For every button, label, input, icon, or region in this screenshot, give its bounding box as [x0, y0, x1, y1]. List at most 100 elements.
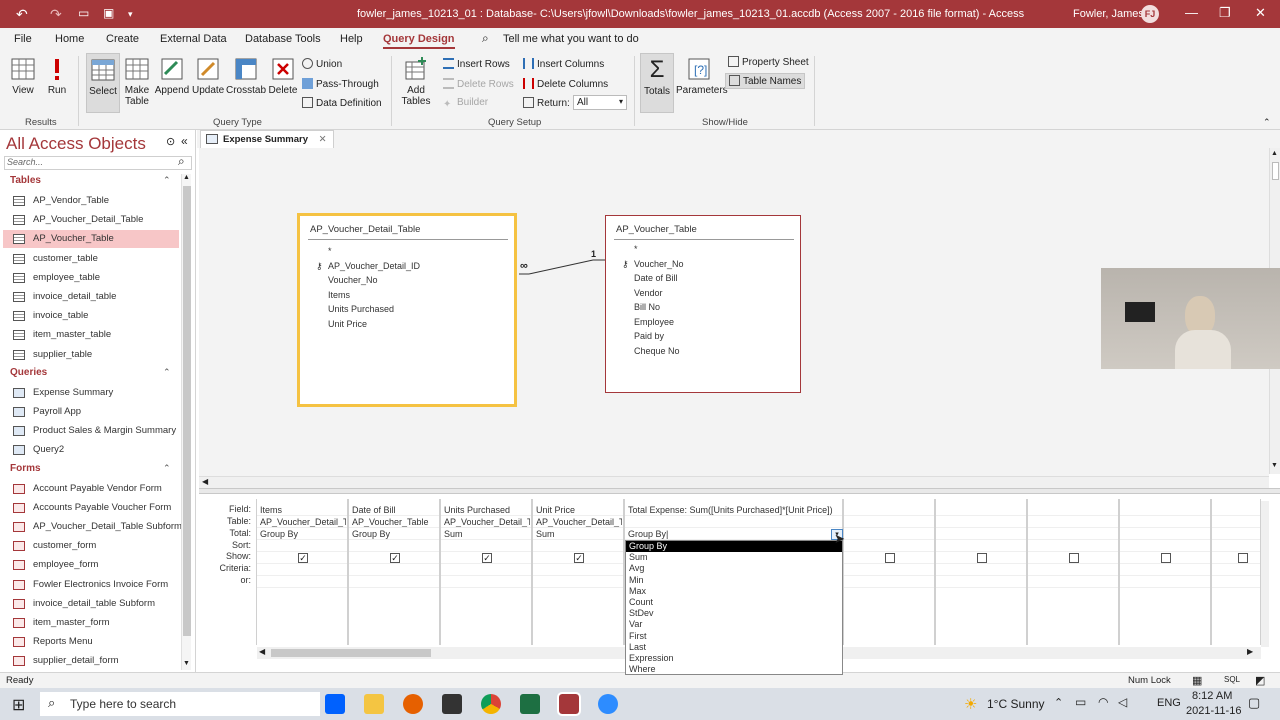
tab-database-tools[interactable]: Database Tools: [245, 33, 321, 45]
scroll-thumb[interactable]: [1272, 162, 1279, 180]
show-checkbox[interactable]: [1069, 553, 1079, 563]
field-item[interactable]: Unit Price: [328, 319, 367, 329]
collapse-section-icon[interactable]: ⌃: [163, 367, 171, 378]
grid-column[interactable]: [1211, 499, 1261, 645]
sql-view-button[interactable]: SQL: [1224, 675, 1240, 684]
show-checkbox[interactable]: [885, 553, 895, 563]
nav-table-item[interactable]: AP_Voucher_Table: [3, 230, 179, 249]
scroll-up-icon[interactable]: ▲: [183, 174, 190, 181]
dropdown-option[interactable]: StDev: [626, 608, 842, 619]
grid-column[interactable]: Items AP_Voucher_Detail_Ta Group By ✓: [256, 499, 348, 645]
collapse-section-icon[interactable]: ⌃: [163, 175, 171, 186]
grid-column[interactable]: [1027, 499, 1119, 645]
grid-total-cell[interactable]: Sum: [444, 529, 463, 539]
chevron-up-icon[interactable]: ⌃: [1054, 696, 1063, 709]
nav-query-item[interactable]: Expense Summary: [3, 384, 179, 402]
grid-total-cell[interactable]: Group By: [260, 529, 298, 539]
weather-text[interactable]: 1°C Sunny: [987, 697, 1045, 711]
grid-table-cell[interactable]: AP_Voucher_Table: [352, 517, 429, 527]
show-checkbox[interactable]: [977, 553, 987, 563]
nav-form-item[interactable]: Account Payable Vendor Form: [3, 480, 179, 498]
insert-columns-button[interactable]: Insert Columns: [523, 58, 604, 70]
field-item[interactable]: Date of Bill: [634, 273, 678, 283]
scroll-thumb[interactable]: [183, 186, 191, 636]
collapse-section-icon[interactable]: ⌃: [163, 463, 171, 474]
grid-v-scrollbar[interactable]: [1261, 501, 1269, 647]
dropdown-option[interactable]: Last: [626, 642, 842, 653]
nav-form-item[interactable]: employee_form: [3, 556, 179, 574]
nav-form-item[interactable]: customer_form: [3, 537, 179, 555]
run-button[interactable]: Run: [44, 56, 70, 96]
insert-rows-button[interactable]: Insert Rows: [443, 58, 510, 70]
scroll-up-icon[interactable]: ▲: [1271, 150, 1278, 157]
grid-table-cell[interactable]: AP_Voucher_Detail_Ta: [260, 517, 346, 527]
notification-icon[interactable]: ▢: [1248, 695, 1260, 711]
nav-pane-title[interactable]: All Access Objects: [6, 134, 146, 154]
scroll-down-icon[interactable]: ▼: [183, 660, 190, 667]
user-name[interactable]: Fowler, James: [1073, 8, 1144, 20]
excel-icon[interactable]: [520, 694, 540, 714]
avatar[interactable]: FJ: [1141, 5, 1159, 23]
nav-table-item[interactable]: invoice_detail_table: [3, 288, 179, 306]
nav-section-forms[interactable]: Forms: [10, 463, 41, 474]
nav-table-item[interactable]: supplier_table: [3, 346, 179, 364]
tab-create[interactable]: Create: [106, 33, 139, 45]
grid-total-cell[interactable]: Sum: [536, 529, 555, 539]
field-item[interactable]: Cheque No: [634, 346, 680, 356]
nav-table-item[interactable]: customer_table: [3, 250, 179, 268]
field-item[interactable]: Units Purchased: [328, 304, 394, 314]
tab-home[interactable]: Home: [55, 33, 84, 45]
scroll-right-icon[interactable]: ▶: [1247, 647, 1253, 656]
grid-total-cell[interactable]: Group By: [352, 529, 390, 539]
property-sheet-button[interactable]: Property Sheet: [728, 56, 809, 68]
totals-button[interactable]: Σ Totals: [640, 53, 674, 113]
nav-form-item[interactable]: Reports Menu: [3, 633, 179, 651]
nav-table-item[interactable]: AP_Voucher_Detail_Table: [3, 211, 179, 229]
tab-query-design[interactable]: Query Design: [383, 33, 455, 49]
grid-column[interactable]: Unit Price AP_Voucher_Detail_Ta Sum ✓: [532, 499, 624, 645]
grid-column[interactable]: [1119, 499, 1211, 645]
grid-field-cell[interactable]: Items: [260, 505, 282, 515]
grid-field-cell[interactable]: Date of Bill: [352, 505, 396, 515]
nav-table-item[interactable]: item_master_table: [3, 326, 179, 344]
chrome-icon[interactable]: [481, 694, 501, 714]
field-item[interactable]: Voucher_No: [328, 275, 378, 285]
restore-icon[interactable]: ❐: [1219, 5, 1231, 21]
field-item[interactable]: Employee: [634, 317, 674, 327]
collapse-pane-icon[interactable]: «: [181, 134, 188, 148]
store-icon[interactable]: [442, 694, 462, 714]
scroll-down-icon[interactable]: ▼: [1271, 462, 1278, 469]
data-definition-button[interactable]: Data Definition: [302, 97, 382, 109]
builder-button[interactable]: ✦ Builder: [443, 97, 488, 110]
field-list-detail[interactable]: AP_Voucher_Detail_Table * AP_Voucher_Deta…: [297, 213, 517, 407]
nav-scrollbar[interactable]: ▲ ▼: [181, 174, 191, 670]
scroll-thumb[interactable]: [271, 649, 431, 657]
nav-table-item[interactable]: employee_table: [3, 269, 179, 287]
access-icon[interactable]: [557, 692, 581, 716]
nav-section-queries[interactable]: Queries: [10, 367, 47, 378]
language-indicator[interactable]: ENG: [1157, 697, 1181, 709]
dropdown-option[interactable]: Sum: [626, 552, 842, 563]
redo-icon[interactable]: ↷: [50, 6, 62, 23]
show-checkbox[interactable]: [1161, 553, 1171, 563]
pass-through-button[interactable]: Pass-Through: [302, 78, 379, 90]
nav-table-item[interactable]: AP_Vendor_Table: [3, 192, 179, 210]
delete-rows-button[interactable]: Delete Rows: [443, 78, 514, 90]
taskbar-search-input[interactable]: ⌕ Type here to search: [40, 692, 320, 716]
dropdown-option[interactable]: Avg: [626, 563, 842, 574]
nav-query-item[interactable]: Payroll App: [3, 403, 179, 421]
volume-icon[interactable]: ◁: [1118, 695, 1127, 709]
append-button[interactable]: Append: [154, 56, 190, 96]
customize-qat-icon[interactable]: ▾: [128, 9, 133, 20]
grid-column[interactable]: [843, 499, 935, 645]
nav-section-tables[interactable]: Tables: [10, 175, 41, 186]
make-table-button[interactable]: Make Table: [122, 56, 152, 107]
show-checkbox[interactable]: [1238, 553, 1248, 563]
return-select[interactable]: All ▾: [573, 95, 627, 110]
scroll-left-icon[interactable]: ◀: [202, 477, 208, 486]
show-checkbox[interactable]: ✓: [574, 553, 584, 563]
dropdown-option[interactable]: Expression: [626, 653, 842, 664]
nav-form-item[interactable]: Fowler Electronics Invoice Form: [3, 576, 179, 594]
tab-external-data[interactable]: External Data: [160, 33, 227, 45]
nav-form-item[interactable]: AP_Voucher_Detail_Table Subform: [3, 518, 182, 536]
